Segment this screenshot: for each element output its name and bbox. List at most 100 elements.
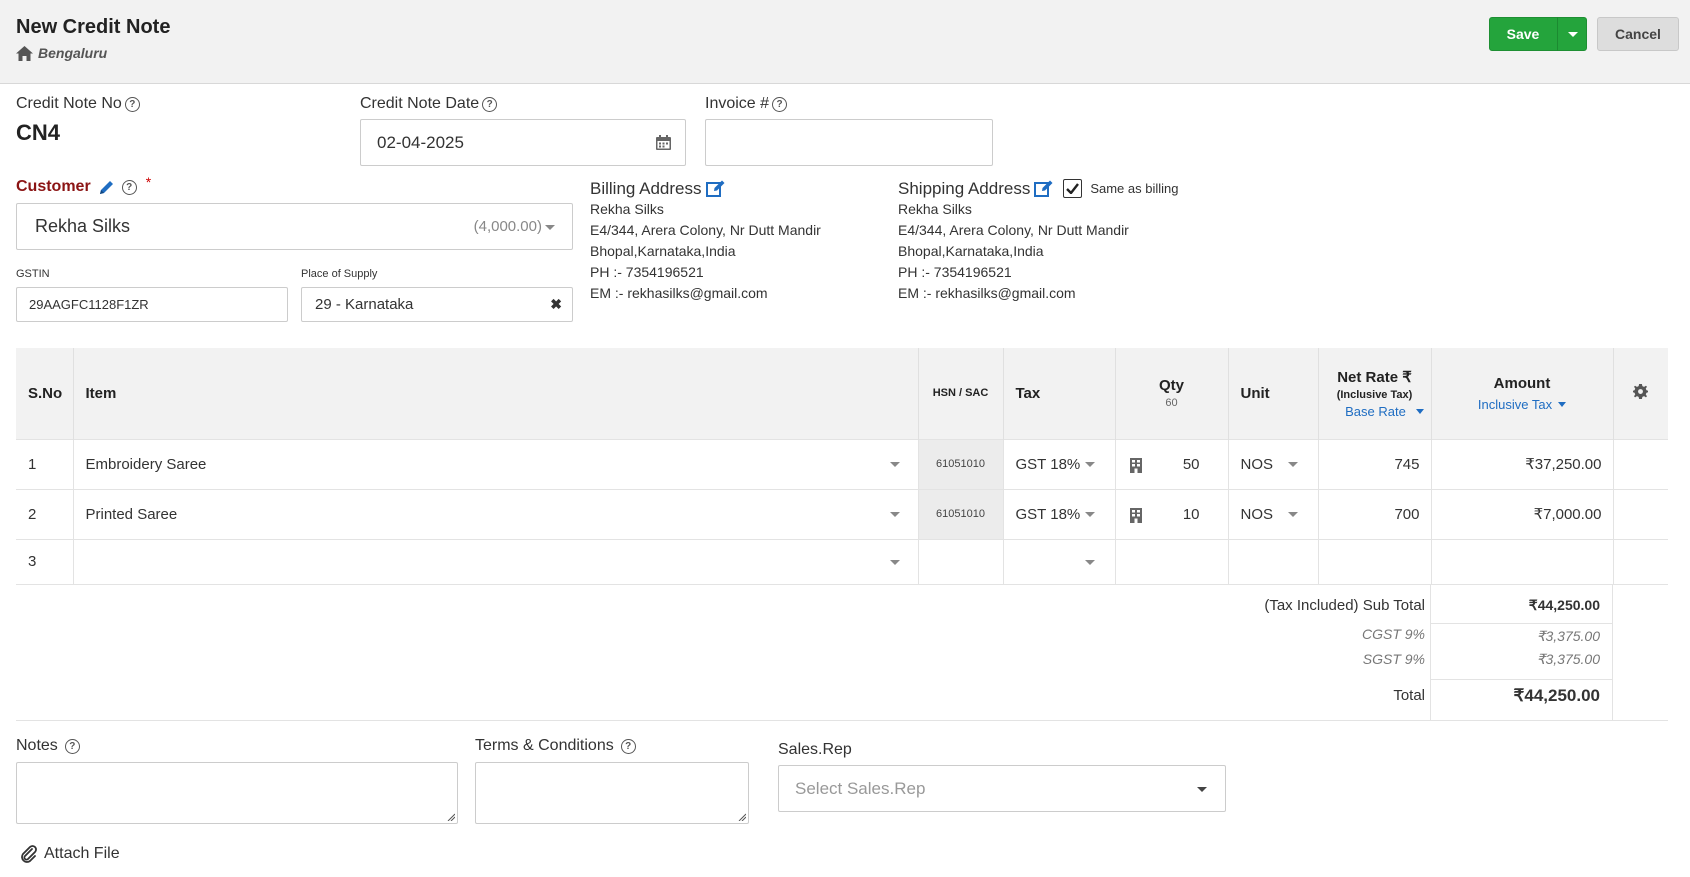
place-of-supply-label: Place of Supply [301, 268, 378, 280]
same-as-billing-label: Same as billing [1090, 181, 1179, 196]
chevron-down-icon [1287, 511, 1298, 517]
item-select[interactable]: Embroidery Saree [73, 438, 919, 489]
place-of-supply-select[interactable]: 29 - Karnataka ✖ [301, 287, 573, 322]
row-sno: 3 [16, 538, 74, 585]
shipping-address-block: Shipping Address Same as billing Rekha S… [898, 178, 1178, 304]
qty-total: 60 [1165, 397, 1178, 410]
chevron-down-icon [889, 559, 900, 565]
chevron-down-icon [889, 511, 900, 517]
sales-rep-select[interactable]: Select Sales.Rep [778, 765, 1226, 812]
invoice-number-field[interactable] [705, 119, 993, 166]
qty-value: 50 [1182, 455, 1200, 473]
qty-field[interactable]: 50 [1115, 438, 1229, 489]
same-as-billing-checkbox[interactable] [1063, 179, 1083, 198]
edit-icon[interactable] [705, 180, 725, 198]
item-select[interactable]: Printed Saree [73, 488, 919, 539]
help-icon[interactable]: ? [64, 738, 80, 754]
col-tax: Tax [1003, 348, 1116, 439]
qty-field[interactable] [1115, 538, 1229, 585]
cgst-label: CGST 9% [1361, 626, 1425, 642]
same-as-billing-option[interactable]: Same as billing [1063, 178, 1178, 199]
edit-icon[interactable] [1034, 180, 1053, 198]
col-amount: Amount Inclusive Tax [1431, 348, 1614, 439]
inclusive-tax-label: Inclusive Tax [1477, 396, 1553, 412]
save-options-dropdown[interactable] [1557, 17, 1587, 51]
credit-note-date-label-text: Credit Note Date [360, 95, 480, 112]
sales-rep-label: Sales.Rep [778, 741, 852, 758]
base-rate-label: Base Rate [1345, 403, 1406, 419]
tax-select[interactable]: GST 18% [1003, 438, 1116, 489]
col-net-rate: Net Rate ₹ (Inclusive Tax) Base Rate [1318, 348, 1432, 439]
gear-icon[interactable] [1633, 383, 1649, 399]
gstin-field[interactable]: 29AAGFC1128F1ZR [16, 287, 288, 322]
tax-select[interactable] [1003, 538, 1116, 585]
amount-value: ₹7,000.00 [1431, 488, 1614, 539]
help-icon[interactable]: ? [124, 96, 140, 112]
customer-balance: (4,000.00) [473, 218, 542, 235]
warehouse-icon[interactable] [1129, 507, 1142, 523]
help-icon[interactable]: ? [482, 96, 498, 112]
cancel-button[interactable]: Cancel [1597, 17, 1679, 51]
unit-select[interactable]: NOS [1228, 438, 1319, 489]
header-bar: New Credit Note Bengaluru Save Cancel [0, 0, 1690, 84]
unit-select[interactable] [1228, 538, 1319, 585]
shipping-line: EM :- rekhasilks@gmail.com [898, 285, 1076, 301]
hsn-code: 61051010 [918, 488, 1004, 539]
qty-value: 10 [1182, 505, 1200, 523]
help-icon[interactable]: ? [121, 179, 137, 195]
credit-note-date-field[interactable]: 02-04-2025 [360, 119, 686, 166]
col-qty-label: Qty [1158, 377, 1184, 395]
resize-grip-icon[interactable] [447, 813, 455, 821]
unit-select[interactable]: NOS [1228, 488, 1319, 539]
billing-address-title-text: Billing Address [590, 179, 702, 198]
branch-label: Bengaluru [16, 45, 107, 61]
billing-line: E4/344, Arera Colony, Nr Dutt Mandir [590, 222, 821, 238]
unit-value: NOS [1240, 455, 1274, 473]
row-actions [1613, 488, 1668, 539]
rate-field[interactable] [1318, 538, 1432, 585]
rate-field[interactable]: 745 [1318, 438, 1432, 489]
tax-select[interactable]: GST 18% [1003, 488, 1116, 539]
help-icon[interactable]: ? [772, 96, 788, 112]
place-of-supply-value: 29 - Karnataka [315, 296, 414, 313]
terms-textarea[interactable] [475, 762, 749, 824]
table-row: 1 Embroidery Saree 61051010 GST 18% 50 N… [16, 438, 1668, 489]
credit-note-no-label-text: Credit Note No [16, 95, 122, 112]
row-actions [1613, 538, 1668, 585]
sgst-value: ₹3,375.00 [1536, 651, 1600, 667]
sgst-label: SGST 9% [1362, 651, 1425, 667]
base-rate-toggle[interactable]: Base Rate [1320, 404, 1430, 419]
col-hsn: HSN / SAC [918, 348, 1004, 439]
col-sno: S.No [16, 348, 74, 439]
col-settings [1613, 348, 1668, 439]
chevron-down-icon [1558, 401, 1567, 407]
credit-note-number: CN4 [16, 120, 61, 145]
billing-line: PH :- 7354196521 [590, 264, 704, 280]
notes-textarea[interactable] [16, 762, 458, 824]
invoice-label: Invoice # ? [705, 95, 788, 113]
col-net-rate-sub: (Inclusive Tax) [1336, 388, 1413, 401]
warehouse-icon[interactable] [1129, 457, 1142, 473]
qty-field[interactable]: 10 [1115, 488, 1229, 539]
attach-file-link[interactable]: Attach File [20, 845, 120, 863]
rate-field[interactable]: 700 [1318, 488, 1432, 539]
col-unit: Unit [1228, 348, 1319, 439]
required-marker: * [145, 174, 152, 190]
customer-select[interactable]: Rekha Silks (4,000.00) [16, 203, 573, 250]
clear-icon[interactable]: ✖ [550, 288, 562, 321]
credit-note-date-value: 02-04-2025 [377, 133, 464, 152]
item-name: Embroidery Saree [85, 455, 207, 473]
resize-grip-icon[interactable] [738, 813, 746, 821]
item-select[interactable] [73, 538, 919, 585]
pencil-icon[interactable] [98, 179, 115, 196]
hsn-code: 61051010 [918, 438, 1004, 489]
calendar-icon[interactable] [656, 135, 671, 150]
divider [16, 720, 1668, 721]
col-item: Item [73, 348, 919, 439]
help-icon[interactable]: ? [620, 738, 636, 754]
customer-label-text: Customer [16, 178, 91, 195]
inclusive-tax-toggle[interactable]: Inclusive Tax [1433, 397, 1612, 412]
shipping-line: Bhopal,Karnataka,India [898, 243, 1044, 259]
notes-label: Notes ? [16, 737, 80, 755]
billing-line: Bhopal,Karnataka,India [590, 243, 736, 259]
